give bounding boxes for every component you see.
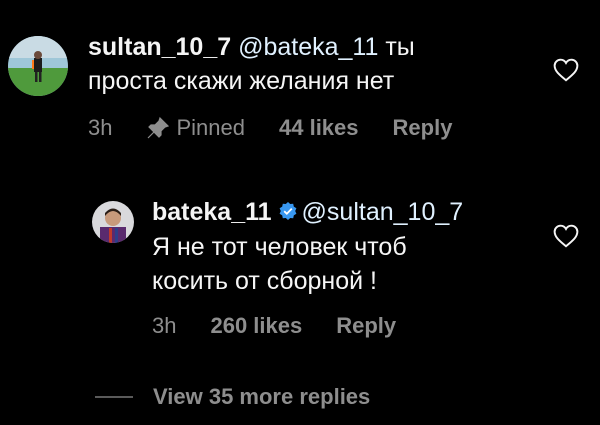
divider-line: [95, 396, 133, 398]
mention-bateka[interactable]: @bateka_11: [238, 33, 378, 61]
reply-text-line2: косить от сборной !: [152, 267, 377, 296]
comment-text-part1: ты: [385, 33, 415, 61]
mention-sultan[interactable]: @sultan_10_7: [302, 198, 464, 226]
reply-meta: 3h 260 likes Reply: [152, 313, 430, 339]
verified-icon: [278, 196, 298, 230]
heart-icon[interactable]: [553, 224, 579, 253]
heart-icon[interactable]: [553, 58, 579, 87]
reply-text-line1: Я не тот человек чтоб: [152, 233, 407, 262]
pinned-label: Pinned: [176, 115, 245, 140]
reply-button[interactable]: Reply: [393, 115, 453, 141]
timestamp: 3h: [88, 115, 113, 140]
likes-count[interactable]: 260 likes: [210, 313, 302, 339]
comment-bateka: bateka_11 @sultan_10_7 Я не тот человек ч…: [0, 180, 600, 350]
pin-icon: [148, 116, 170, 139]
username-sultan[interactable]: sultan_10_7: [88, 33, 231, 61]
comment-sultan: sultan_10_7 @bateka_11 ты проста скажи ж…: [0, 0, 600, 160]
pinned-indicator: Pinned: [146, 115, 245, 141]
comment-meta: 3h Pinned 44 likes Reply: [88, 115, 486, 141]
view-more-replies[interactable]: View 35 more replies: [95, 384, 370, 410]
comment-text: sultan_10_7 @bateka_11 ты проста скажи ж…: [88, 30, 538, 98]
view-more-label[interactable]: View 35 more replies: [153, 384, 370, 410]
likes-count[interactable]: 44 likes: [279, 115, 359, 141]
username-bateka[interactable]: bateka_11: [152, 198, 272, 226]
timestamp: 3h: [152, 313, 177, 338]
avatar-bateka[interactable]: [92, 201, 134, 243]
avatar-sultan[interactable]: [8, 36, 68, 96]
reply-button[interactable]: Reply: [336, 313, 396, 339]
comment-text-part2: проста скажи желания нет: [88, 67, 395, 95]
reply-text: bateka_11 @sultan_10_7 Я не тот человек ч…: [152, 195, 542, 298]
